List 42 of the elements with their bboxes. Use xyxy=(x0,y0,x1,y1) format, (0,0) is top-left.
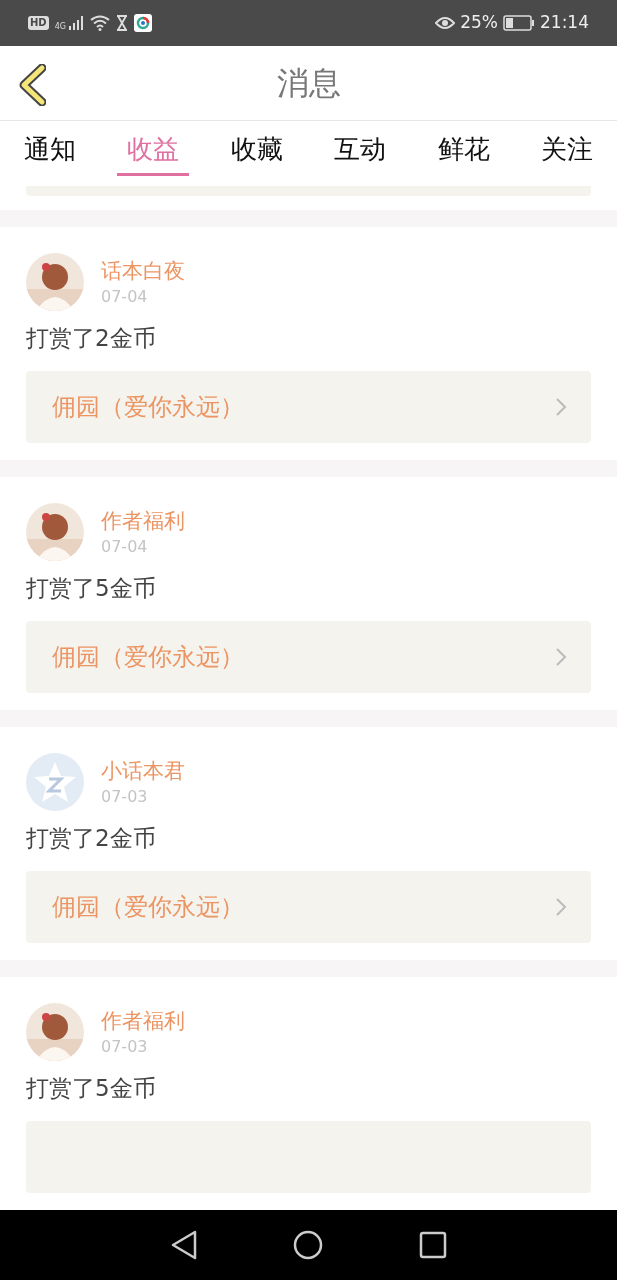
date: 07-04 xyxy=(101,536,149,558)
app-icon xyxy=(133,14,152,32)
tab[interactable]: 关注 xyxy=(540,133,593,176)
chevron-right-icon xyxy=(555,647,567,667)
clock: 21:14 xyxy=(540,11,589,35)
recents-icon[interactable] xyxy=(418,1231,447,1259)
tab[interactable]: 收藏 xyxy=(230,133,283,176)
network-label: 4G xyxy=(54,21,66,33)
user-name[interactable]: 话本白夜 xyxy=(101,256,185,286)
default-avatar-icon xyxy=(26,753,84,811)
date: 07-03 xyxy=(101,786,149,808)
message-text: 打赏了5金币 xyxy=(26,574,156,603)
battery-percent: 25% xyxy=(460,11,498,35)
chevron-right-icon xyxy=(555,897,567,917)
link-box[interactable]: 佣园（爱你永远） xyxy=(26,621,591,693)
date: 07-04 xyxy=(101,286,149,308)
story-title: 佣园（爱你永远） xyxy=(52,642,244,673)
tab[interactable]: 互动 xyxy=(334,133,387,176)
message-text: 打赏了5金币 xyxy=(26,1074,156,1103)
tab[interactable]: 收益 xyxy=(117,133,190,176)
user-name[interactable]: 作者福利 xyxy=(101,1006,185,1036)
eye-icon xyxy=(435,16,456,30)
page-title: 消息 xyxy=(276,63,341,104)
wifi-icon xyxy=(89,15,110,31)
message-text: 打赏了2金币 xyxy=(26,824,156,853)
link-box[interactable]: 佣园（爱你永远） xyxy=(26,371,591,443)
back-icon[interactable] xyxy=(18,64,46,106)
link-box[interactable]: 佣园（爱你永远） xyxy=(26,871,591,943)
battery-icon xyxy=(503,15,535,31)
user-name[interactable]: 作者福利 xyxy=(101,506,185,536)
tab[interactable]: 鲜花 xyxy=(437,133,490,176)
story-title: 佣园（爱你永远） xyxy=(52,892,244,923)
chevron-right-icon xyxy=(555,397,567,417)
story-title: 佣园（爱你永远） xyxy=(52,392,244,423)
tab[interactable]: 通知 xyxy=(24,133,76,176)
hd-badge: HD xyxy=(28,16,49,30)
date: 07-03 xyxy=(101,1036,149,1058)
home-icon[interactable] xyxy=(292,1230,323,1260)
user-name[interactable]: 小话本君 xyxy=(101,756,185,786)
message-text: 打赏了2金币 xyxy=(26,324,156,353)
signal-icon xyxy=(67,15,84,31)
hourglass-icon xyxy=(115,15,128,31)
